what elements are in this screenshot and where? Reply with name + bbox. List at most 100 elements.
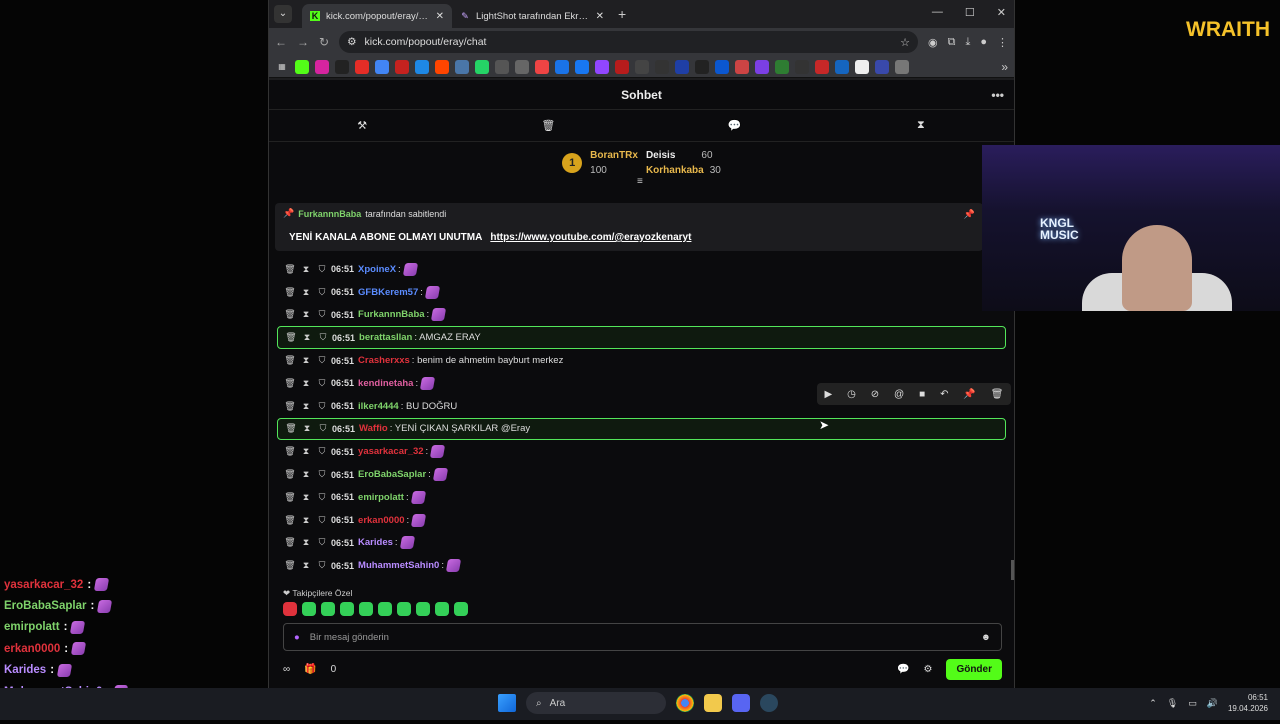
chat-input[interactable]: ● Bir mesaj gönderin ☻ — [283, 623, 1002, 651]
microphone-icon[interactable]: 🎙 — [1167, 698, 1178, 709]
chat-message[interactable]: 🗑 ⧗ ⛉ 06:51 Crasherxxs: benim de ahmetim bay… — [277, 349, 1006, 372]
bookmark-icon[interactable] — [375, 59, 389, 74]
timeout-hourglass-icon[interactable]: ⧗ — [299, 469, 313, 480]
chat-message[interactable]: 🗑 ⧗ ⛉ 06:51 EroBabaSaplar: — [277, 463, 1006, 486]
reload-icon[interactable]: ↻ — [319, 35, 329, 49]
timeout-hourglass-icon[interactable]: ⧗ — [300, 332, 314, 343]
delete-icon[interactable]: 🗑 — [283, 287, 297, 298]
bookmark-icon[interactable] — [395, 59, 409, 74]
maximize-button[interactable]: ☐ — [965, 6, 975, 19]
file-explorer-icon[interactable] — [704, 694, 722, 712]
shield-icon[interactable]: ⛉ — [316, 423, 330, 434]
bookmark-icon[interactable] — [655, 59, 669, 74]
extension-icon[interactable]: ◉ — [928, 36, 938, 49]
message-username[interactable]: Waffio — [359, 423, 388, 434]
browser-menu-icon[interactable]: ⋮ — [997, 36, 1008, 49]
timeout-hourglass-icon[interactable]: ⧗ — [299, 560, 313, 571]
play-icon[interactable]: ▶ — [824, 389, 832, 400]
message-username[interactable]: Crasherxxs — [358, 355, 410, 366]
chat-bubble-icon[interactable]: 💬 — [897, 664, 909, 675]
slash-icon[interactable]: ⊘ — [871, 389, 879, 400]
timeout-hourglass-icon[interactable]: ⧗ — [299, 309, 313, 320]
emote-button[interactable] — [416, 602, 430, 616]
bookmark-icon[interactable] — [615, 59, 629, 74]
timeout-hourglass-icon[interactable]: ⧗ — [299, 401, 313, 412]
send-button[interactable]: Gönder — [946, 658, 1002, 680]
message-username[interactable]: emirpolatt — [358, 492, 404, 503]
shield-icon[interactable]: ⛉ — [315, 446, 329, 457]
bookmark-icon[interactable] — [455, 59, 469, 74]
timeout-clock-icon[interactable]: ◷ — [847, 389, 856, 400]
delete-icon[interactable]: 🗑 — [283, 469, 297, 480]
shield-icon[interactable]: ⛉ — [315, 309, 329, 320]
emote-button[interactable] — [340, 602, 354, 616]
extensions-puzzle-icon[interactable]: ⧉ — [948, 36, 956, 49]
leaderboard-expand-icon[interactable]: ≡ — [637, 176, 643, 187]
bookmark-icon[interactable] — [635, 59, 649, 74]
more-options-icon[interactable]: ••• — [991, 88, 1004, 102]
delete-icon[interactable]: 🗑 — [283, 355, 297, 366]
back-icon[interactable]: ← — [275, 35, 287, 49]
message-username[interactable]: ilker4444 — [358, 401, 399, 412]
taskbar-search[interactable]: ⌕ Ara — [526, 692, 666, 714]
bookmark-star-icon[interactable]: ☆ — [900, 36, 910, 49]
message-username[interactable]: Karides — [358, 537, 393, 548]
delete-icon[interactable]: 🗑 — [283, 560, 297, 571]
timeout-hourglass-icon[interactable]: ⧗ — [299, 264, 313, 275]
message-username[interactable]: berattasllan — [359, 332, 412, 343]
message-username[interactable]: FurkannnBaba — [358, 309, 425, 320]
copy-icon[interactable]: ■ — [919, 389, 925, 400]
shield-icon[interactable]: ⛉ — [315, 515, 329, 526]
close-window-button[interactable]: ✕ — [997, 6, 1006, 19]
steam-icon[interactable] — [760, 694, 778, 712]
shield-icon[interactable]: ⛉ — [315, 355, 329, 366]
delete-icon[interactable]: 🗑 — [283, 264, 297, 275]
site-info-icon[interactable]: ⚙ — [347, 36, 356, 48]
delete-icon[interactable]: 🗑 — [283, 515, 297, 526]
emote-button[interactable] — [359, 602, 373, 616]
chat-message[interactable]: 🗑 ⧗ ⛉ 06:51 emirpolatt: — [277, 486, 1006, 509]
gift-icon[interactable]: 🎁 — [304, 664, 316, 675]
bookmark-icon[interactable] — [815, 59, 829, 74]
shield-icon[interactable]: ⛉ — [315, 378, 329, 389]
microphone-icon[interactable]: ● — [294, 632, 300, 643]
leaderboard-name[interactable]: Deisis — [646, 150, 675, 161]
delete-icon[interactable]: 🗑 — [991, 389, 1004, 400]
bookmark-icon[interactable] — [675, 59, 689, 74]
profile-avatar[interactable]: ● — [980, 36, 987, 48]
more-bookmarks-icon[interactable]: » — [1001, 60, 1008, 74]
shield-icon[interactable]: ⛉ — [315, 287, 329, 298]
start-menu-icon[interactable] — [498, 694, 516, 712]
leaderboard-name[interactable]: Korhankaba — [646, 165, 704, 176]
emote-button[interactable] — [302, 602, 316, 616]
bookmark-icon[interactable] — [415, 59, 429, 74]
bookmark-icon[interactable] — [695, 59, 709, 74]
bookmark-icon[interactable] — [435, 59, 449, 74]
infinity-points-icon[interactable]: ∞ — [283, 664, 290, 675]
slow-mode-hourglass-icon[interactable]: ⧗ — [828, 119, 1014, 132]
message-username[interactable]: EroBabaSaplar — [358, 469, 426, 480]
bookmark-icon[interactable] — [755, 59, 769, 74]
emote-button[interactable] — [283, 602, 297, 616]
bookmark-icon[interactable] — [315, 59, 329, 74]
leaderboard-first-name[interactable]: BoranTRx — [590, 150, 638, 161]
emote-button[interactable] — [378, 602, 392, 616]
emoji-picker-icon[interactable]: ☻ — [981, 632, 991, 643]
bookmark-icon[interactable] — [875, 59, 889, 74]
bookmark-icon[interactable] — [775, 59, 789, 74]
bookmark-icon[interactable] — [575, 59, 589, 74]
chat-message[interactable]: 🗑 ⧗ ⛉ 06:51 Waffio: YENİ ÇIKAN ŞARKILAR @Era… — [277, 417, 1006, 441]
chat-bubble-icon[interactable]: 💬 — [642, 119, 828, 132]
shield-icon[interactable]: ⛉ — [315, 401, 329, 412]
chevron-up-icon[interactable]: ⌃ — [1149, 698, 1157, 709]
new-tab-button[interactable]: + — [618, 6, 626, 22]
shield-icon[interactable]: ⛉ — [315, 492, 329, 503]
bookmark-icon[interactable] — [855, 59, 869, 74]
bookmark-icon[interactable] — [715, 59, 729, 74]
timeout-hourglass-icon[interactable]: ⧗ — [300, 423, 314, 434]
delete-icon[interactable]: 🗑 — [283, 309, 297, 320]
bookmark-icon[interactable] — [835, 59, 849, 74]
delete-icon[interactable]: 🗑 — [283, 401, 297, 412]
delete-icon[interactable]: 🗑 — [283, 492, 297, 503]
forward-icon[interactable]: → — [297, 35, 309, 49]
